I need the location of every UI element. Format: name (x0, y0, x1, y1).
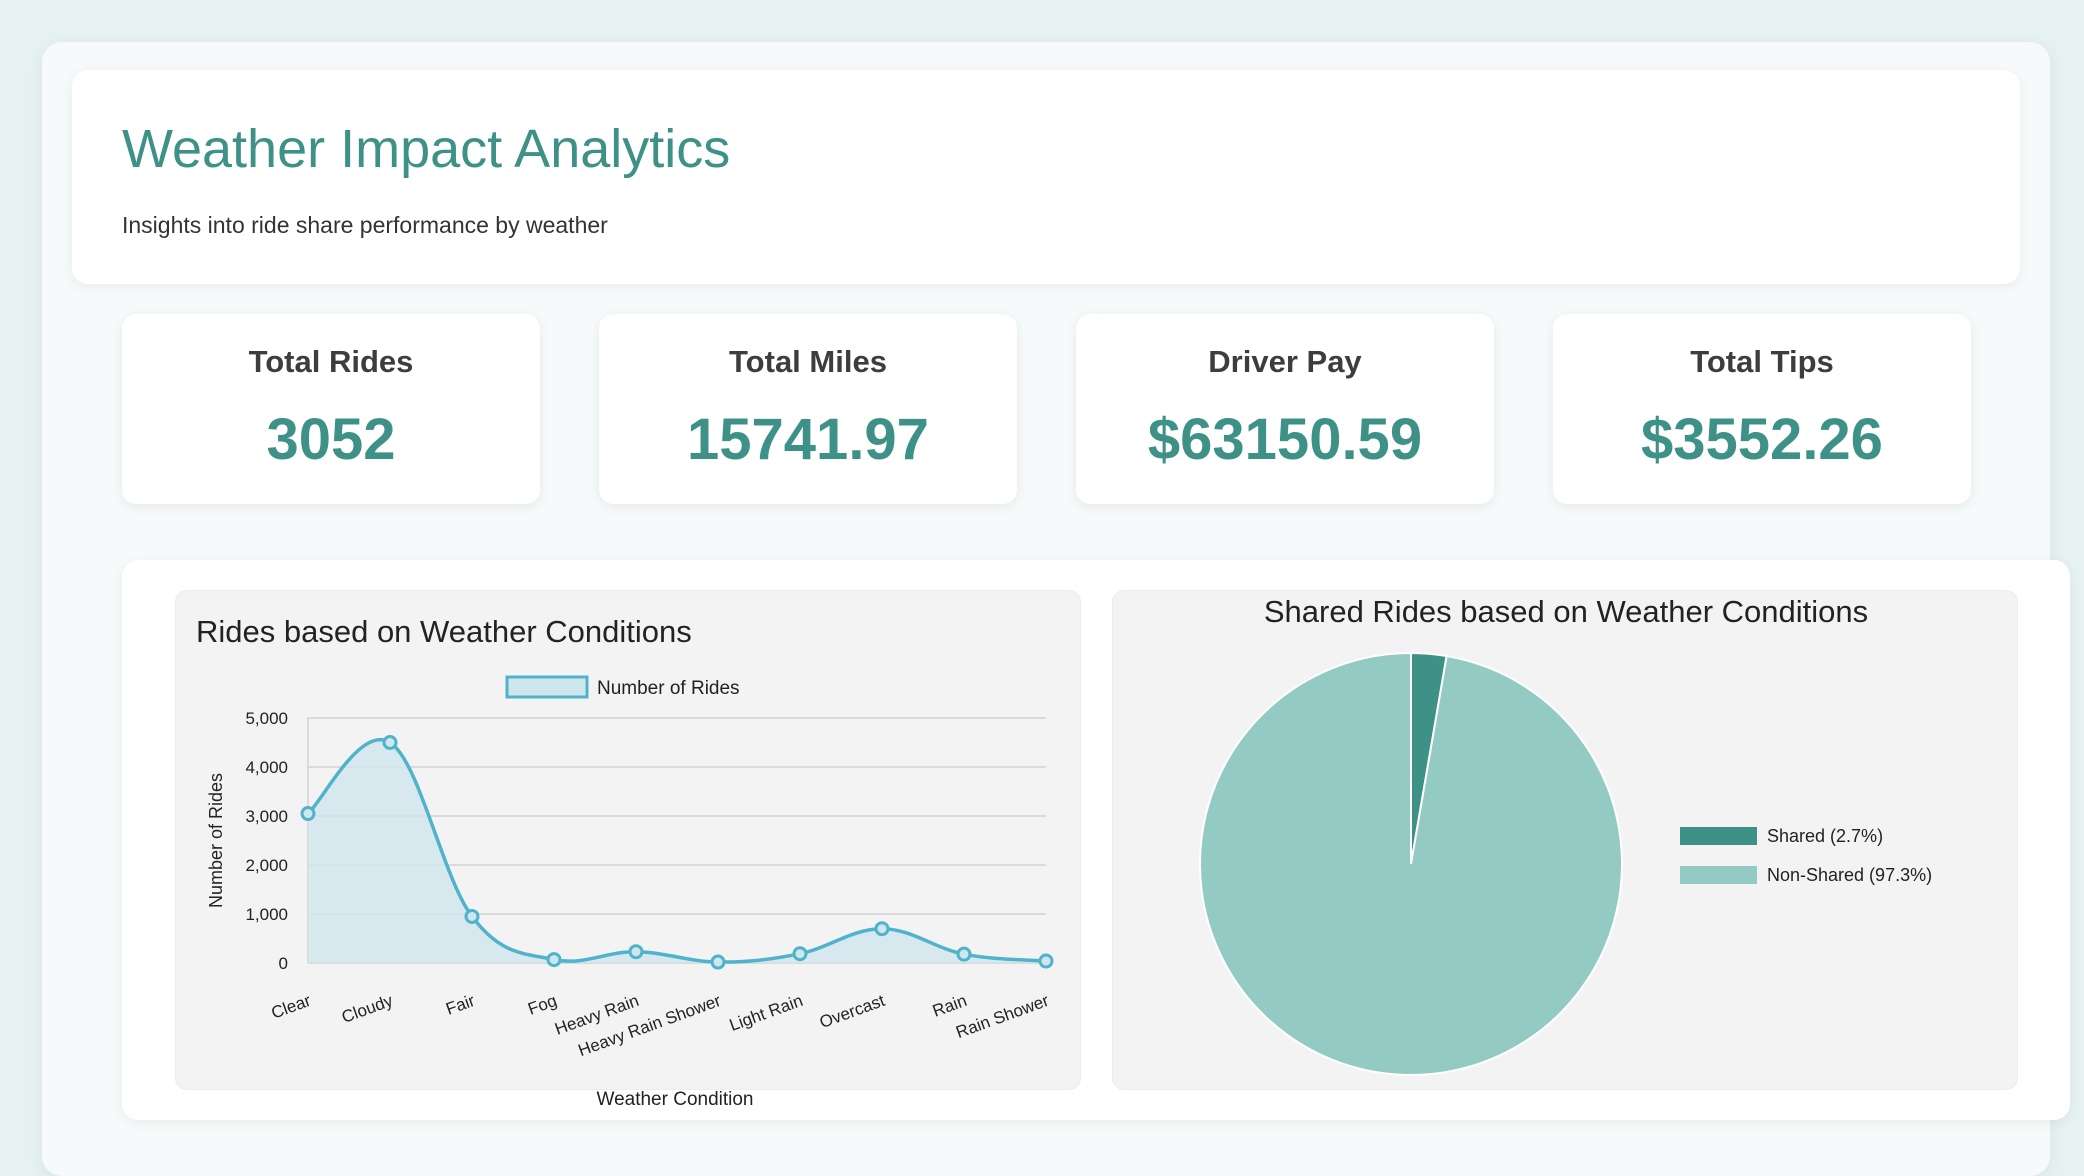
x-axis-title: Weather Condition (596, 1089, 753, 1110)
page-subtitle: Insights into ride share performance by … (122, 212, 608, 238)
kpi-label: Total Tips (1690, 344, 1834, 379)
x-tick-label: Cloudy (339, 991, 396, 1027)
x-tick-label: Rain (930, 991, 969, 1021)
page-title: Weather Impact Analytics (122, 119, 731, 179)
x-tick-label: Overcast (817, 991, 888, 1032)
chart-title: Rides based on Weather Conditions (196, 614, 692, 649)
kpi-card-driver-pay: Driver Pay $63150.59 (1076, 314, 1494, 504)
legend-swatch (1680, 866, 1757, 884)
kpi-card-total-tips: Total Tips $3552.26 (1553, 314, 1971, 504)
page-header: Weather Impact Analytics Insights into r… (72, 70, 2020, 284)
kpi-card-total-miles: Total Miles 15741.97 (599, 314, 1017, 504)
data-point (382, 735, 398, 750)
y-tick-label: 3,000 (245, 807, 288, 826)
kpi-label: Total Rides (248, 344, 414, 379)
kpi-value: $63150.59 (1147, 407, 1423, 472)
kpi-card-total-rides: Total Rides 3052 (122, 314, 540, 504)
kpi-label: Driver Pay (1208, 344, 1362, 379)
legend-label: Non-Shared (97.3%) (1767, 865, 1932, 885)
data-point (710, 954, 726, 970)
series-area (308, 739, 1046, 963)
data-point (792, 946, 808, 962)
y-tick-label: 5,000 (245, 709, 288, 728)
legend-label: Shared (2.7%) (1767, 826, 1883, 846)
line-chart-card: Rides based on Weather Conditions Number … (175, 590, 1081, 1110)
kpi-value: $3552.26 (1641, 407, 1883, 472)
data-point (874, 921, 890, 937)
data-point (1038, 953, 1054, 969)
y-tick-label: 2,000 (245, 856, 288, 875)
kpi-label: Total Miles (729, 344, 887, 379)
x-tick-label: Heavy Rain Shower (576, 991, 724, 1060)
legend-swatch (505, 675, 589, 699)
y-tick-label: 4,000 (245, 758, 288, 777)
x-tick-label: Clear (269, 991, 314, 1023)
x-tick-label: Light Rain (727, 991, 805, 1035)
chart-title: Shared Rides based on Weather Conditions (1264, 594, 1868, 629)
y-tick-label: 1,000 (245, 905, 288, 924)
rides-weather-chart: Rides based on Weather Conditions Number … (196, 614, 1054, 1110)
kpi-value: 15741.97 (687, 407, 929, 472)
data-point (546, 952, 562, 968)
legend-swatch (1680, 827, 1757, 845)
pie-slice (1199, 651, 1623, 1076)
y-tick-label: 0 (279, 954, 288, 973)
data-point (628, 944, 644, 960)
shared-rides-pie-chart: Shared Rides based on Weather Conditions… (1199, 594, 1932, 1076)
kpi-value: 3052 (266, 407, 396, 472)
x-tick-label: Rain Shower (953, 991, 1051, 1042)
x-tick-label: Fair (443, 991, 477, 1019)
y-axis-title: Number of Rides (206, 773, 226, 908)
data-point (464, 908, 480, 924)
data-point (300, 806, 316, 822)
pie-chart-card: Shared Rides based on Weather Conditions… (1112, 590, 2018, 1090)
data-point (956, 946, 972, 962)
x-tick-label: Fog (525, 991, 559, 1019)
legend-label: Number of Rides (597, 678, 740, 699)
